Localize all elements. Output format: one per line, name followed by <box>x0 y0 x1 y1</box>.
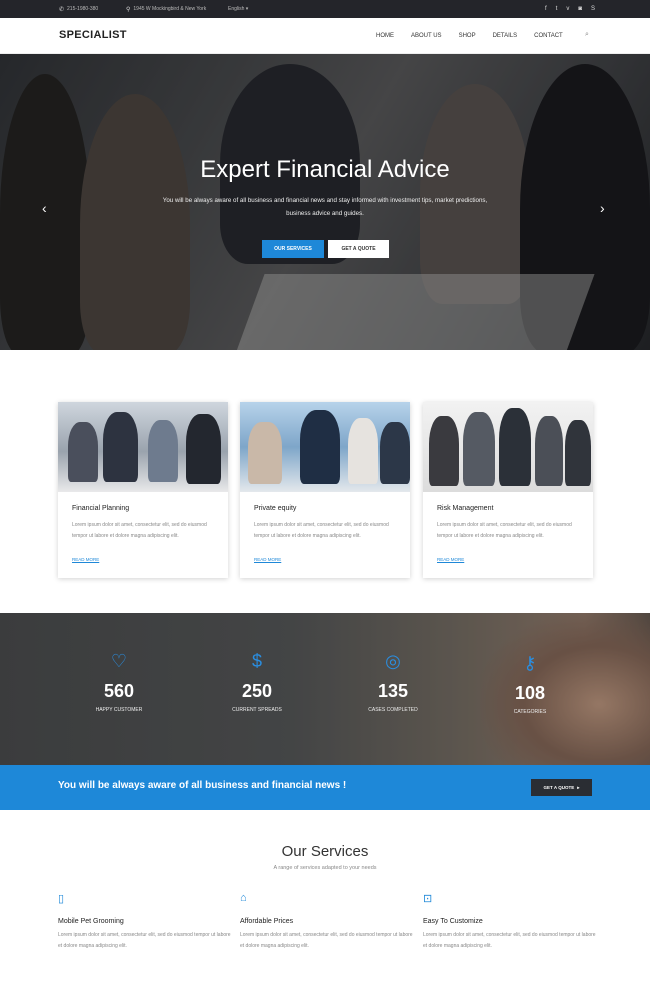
service-text: Lorem ipsum dolor sit amet, consectetur … <box>423 932 596 949</box>
language-selector[interactable]: English ▾ <box>228 0 248 18</box>
main-navbar: SPECIALIST HOME ABOUT US SHOP DETAILS CO… <box>0 18 650 54</box>
services-title: Our Services <box>281 843 369 860</box>
stat-number: 135 <box>377 681 409 701</box>
card-image <box>240 402 410 492</box>
social-links: f t v ◙ S <box>545 0 595 18</box>
facebook-icon[interactable]: f <box>545 6 547 12</box>
card-image <box>423 402 593 492</box>
twitter-icon[interactable]: t <box>556 6 558 12</box>
service-card: Risk Management Lorem ipsum dolor sit am… <box>423 402 593 578</box>
nav-item-home[interactable]: HOME <box>376 33 394 39</box>
map-marker-icon: ⚲ <box>126 6 131 13</box>
service-item: ⌂ Affordable Prices Lorem ipsum dolor si… <box>240 892 415 952</box>
site-logo[interactable]: SPECIALIST <box>59 29 127 41</box>
skype-icon[interactable]: S <box>591 6 595 12</box>
lock-icon: ⊡ <box>423 893 433 905</box>
stat-categories: ⚷ 108 CATEGORIES <box>480 653 580 715</box>
service-card: Financial Planning Lorem ipsum dolor sit… <box>58 402 228 578</box>
stat-label: CATEGORIES <box>513 709 547 715</box>
phone-icon: ✆ <box>59 6 65 13</box>
banner-button-label: GET A QUOTE <box>543 785 575 790</box>
stat-current-spreads: $ 250 CURRENT SPREADS <box>207 651 307 713</box>
services-subtitle: A range of services adapted to your need… <box>273 865 377 871</box>
key-icon: ⚷ <box>523 653 537 673</box>
stat-happy-customer: ♡ 560 HAPPY CUSTOMER <box>69 651 169 713</box>
stat-number: 560 <box>103 681 135 701</box>
arrow-right-icon: ▸ <box>577 784 580 790</box>
language-label: English ▾ <box>228 6 249 12</box>
heart-icon: ♡ <box>110 651 128 671</box>
pin-icon: ◎ <box>385 651 401 671</box>
address-text: 1945 W Mockingbird & New York <box>133 6 207 12</box>
read-more-link[interactable]: READ MORE <box>254 557 281 562</box>
card-text: Lorem ipsum dolor sit amet, consectetur … <box>72 522 207 539</box>
vine-icon[interactable]: v <box>566 6 569 12</box>
service-text: Lorem ipsum dolor sit amet, consectetur … <box>58 932 231 949</box>
stat-label: CURRENT SPREADS <box>232 707 282 713</box>
card-title: Private equity <box>254 505 297 512</box>
card-text: Lorem ipsum dolor sit amet, consectetur … <box>254 522 389 539</box>
slider-next-arrow[interactable]: › <box>600 200 605 216</box>
mobile-icon: ▯ <box>58 893 65 905</box>
stat-label: CASES COMPLETED <box>368 707 418 713</box>
hero-title: Expert Financial Advice <box>200 156 450 183</box>
card-title: Risk Management <box>437 505 494 512</box>
card-title: Financial Planning <box>72 505 130 512</box>
instagram-icon[interactable]: ◙ <box>578 6 582 12</box>
dollar-icon: $ <box>251 651 262 671</box>
read-more-link[interactable]: READ MORE <box>72 557 99 562</box>
service-item: ⊡ Easy To Customize Lorem ipsum dolor si… <box>423 892 598 952</box>
service-item: ▯ Mobile Pet Grooming Lorem ipsum dolor … <box>58 892 233 952</box>
stat-number: 108 <box>514 683 546 703</box>
banner-get-a-quote-button[interactable]: GET A QUOTE ▸ <box>531 779 592 796</box>
nav-item-shop[interactable]: SHOP <box>459 33 476 39</box>
get-a-quote-button[interactable]: GET A QUOTE <box>328 240 389 258</box>
nav-item-contact[interactable]: CONTACT <box>534 33 563 39</box>
stat-cases-completed: ◎ 135 CASES COMPLETED <box>343 651 443 713</box>
nav-item-details[interactable]: DETAILS <box>493 33 518 39</box>
tag-icon: ⌂ <box>240 892 247 904</box>
cta-banner-text: You will be always aware of all business… <box>58 780 347 791</box>
service-text: Lorem ipsum dolor sit amet, consectetur … <box>240 932 413 949</box>
cta-banner: You will be always aware of all business… <box>0 765 650 810</box>
search-icon[interactable]: ⌕ <box>585 31 589 39</box>
address-info: ⚲ 1945 W Mockingbird & New York <box>126 0 206 18</box>
read-more-link[interactable]: READ MORE <box>437 557 464 562</box>
hero-slider: ‹ › Expert Financial Advice You will be … <box>0 54 650 350</box>
card-image <box>58 402 228 492</box>
stats-section: ♡ 560 HAPPY CUSTOMER $ 250 CURRENT SPREA… <box>0 613 650 765</box>
stat-number: 250 <box>241 681 273 701</box>
service-title: Easy To Customize <box>423 918 483 925</box>
nav-item-about-us[interactable]: ABOUT US <box>411 33 442 39</box>
stat-label: HAPPY CUSTOMER <box>95 707 143 713</box>
service-card: Private equity Lorem ipsum dolor sit ame… <box>240 402 410 578</box>
card-text: Lorem ipsum dolor sit amet, consectetur … <box>437 522 572 539</box>
service-title: Affordable Prices <box>240 918 294 925</box>
phone-info: ✆ 215-1980-380 <box>59 0 98 18</box>
top-info-bar: ✆ 215-1980-380 ⚲ 1945 W Mockingbird & Ne… <box>0 0 650 18</box>
our-services-button[interactable]: OUR SERVICES <box>262 240 324 258</box>
phone-number: 215-1980-380 <box>67 6 99 12</box>
hero-subtitle: You will be always aware of all business… <box>162 197 488 217</box>
service-title: Mobile Pet Grooming <box>58 918 124 925</box>
slider-prev-arrow[interactable]: ‹ <box>42 200 47 216</box>
main-menu: HOME ABOUT US SHOP DETAILS CONTACT <box>376 18 580 54</box>
